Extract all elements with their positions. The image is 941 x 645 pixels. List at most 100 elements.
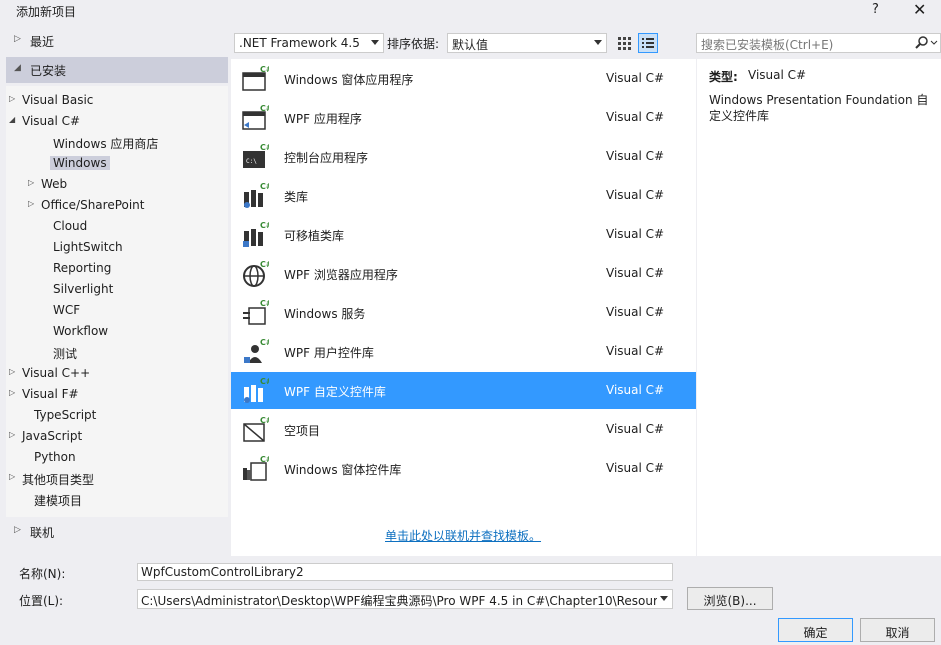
- name-value: WpfCustomControlLibrary2: [141, 565, 304, 579]
- template-name: 类库: [284, 190, 309, 204]
- list-view-icon[interactable]: [638, 33, 658, 53]
- svg-text:C#: C#: [260, 65, 269, 74]
- template-language: Visual C#: [606, 383, 665, 397]
- category-tree: ▷ Visual Basic ◢ Visual C# Windows 应用商店 Windo…: [6, 86, 228, 517]
- template-language: Visual C#: [606, 305, 665, 319]
- section-installed[interactable]: ◢ 已安装: [6, 57, 228, 83]
- template-language: Visual C#: [606, 149, 665, 163]
- template-name: Windows 服务: [284, 307, 366, 321]
- template-item[interactable]: C# WPF 浏览器应用程序 Visual C#: [231, 255, 696, 292]
- browse-button[interactable]: 浏览(B)...: [687, 587, 773, 610]
- template-item[interactable]: C# WPF 用户控件库 Visual C#: [231, 333, 696, 370]
- class-library-icon: C#: [241, 181, 273, 209]
- dropdown-arrow-icon: [660, 596, 668, 601]
- template-language: Visual C#: [606, 266, 665, 280]
- tree-item-label: Silverlight: [53, 282, 114, 296]
- template-item[interactable]: C# 空项目 Visual C#: [231, 411, 696, 448]
- name-field[interactable]: WpfCustomControlLibrary2: [137, 563, 673, 581]
- template-item[interactable]: C# WPF 自定义控件库 Visual C#: [231, 372, 696, 409]
- tree-item-label: Visual C++: [22, 366, 91, 380]
- expand-arrow-icon[interactable]: ▷: [9, 430, 15, 439]
- template-item[interactable]: C# WPF 应用程序 Visual C#: [231, 99, 696, 136]
- svg-text:C#: C#: [260, 299, 269, 308]
- template-name: Windows 窗体控件库: [284, 463, 402, 477]
- template-name: 可移植类库: [284, 229, 345, 243]
- tree-item-label: Visual F#: [22, 387, 79, 401]
- forms-control-icon: C#: [241, 454, 273, 482]
- template-name: Windows 窗体应用程序: [284, 73, 414, 87]
- framework-value: .NET Framework 4.5: [239, 36, 360, 50]
- template-item[interactable]: C# Windows 服务 Visual C#: [231, 294, 696, 331]
- ok-button[interactable]: 确定: [778, 618, 853, 642]
- template-item[interactable]: C:\C# 控制台应用程序 Visual C#: [231, 138, 696, 175]
- template-language: Visual C#: [606, 422, 665, 436]
- template-item[interactable]: C# 可移植类库 Visual C#: [231, 216, 696, 253]
- tree-item-label: TypeScript: [34, 408, 97, 422]
- cancel-button[interactable]: 取消: [860, 618, 935, 642]
- online-templates-link[interactable]: 单击此处以联机并查找模板。: [385, 527, 541, 544]
- template-name: 空项目: [284, 424, 321, 438]
- tree-item-label: Reporting: [53, 261, 112, 275]
- service-icon: C#: [241, 298, 273, 326]
- console-app-icon: C:\C#: [241, 142, 273, 170]
- sort-select[interactable]: 默认值: [447, 33, 607, 53]
- collapse-arrow-icon[interactable]: ◢: [9, 115, 15, 124]
- type-value: Visual C#: [748, 68, 807, 82]
- dropdown-arrow-icon: [594, 40, 602, 45]
- expand-arrow-icon[interactable]: ▷: [9, 94, 15, 103]
- portable-library-icon: C#: [241, 220, 273, 248]
- svg-text:C#: C#: [260, 455, 269, 464]
- template-name: WPF 浏览器应用程序: [284, 268, 398, 282]
- section-recent[interactable]: ▷ 最近: [6, 28, 228, 54]
- sort-value: 默认值: [452, 38, 489, 52]
- expand-arrow-icon[interactable]: ▷: [28, 199, 34, 208]
- template-item[interactable]: C# Windows 窗体控件库 Visual C#: [231, 450, 696, 487]
- expand-arrow-icon: ▷: [14, 525, 21, 535]
- globe-icon: C#: [241, 259, 273, 287]
- tree-item-label: WCF: [53, 303, 81, 317]
- grid-view-icon[interactable]: [614, 33, 634, 53]
- tree-item-label: 其他项目类型: [22, 473, 95, 487]
- tree-item-label: LightSwitch: [53, 240, 123, 254]
- help-button[interactable]: ?: [872, 2, 879, 17]
- tree-item-label: Office/SharePoint: [41, 198, 145, 212]
- wpf-app-icon: C#: [241, 103, 273, 131]
- tree-item-label: Cloud: [53, 219, 88, 233]
- svg-text:C:\: C:\: [246, 158, 257, 165]
- tree-item-label: Workflow: [53, 324, 109, 338]
- empty-project-icon: C#: [241, 415, 273, 443]
- expand-arrow-icon: ▷: [14, 34, 21, 44]
- expand-arrow-icon[interactable]: ▷: [9, 472, 15, 481]
- tree-item-label: Windows: [50, 156, 110, 170]
- template-item[interactable]: C# 类库 Visual C#: [231, 177, 696, 214]
- svg-text:C#: C#: [260, 416, 269, 425]
- expand-arrow-icon[interactable]: ▷: [9, 388, 15, 397]
- section-online-label: 联机: [30, 526, 55, 540]
- search-input[interactable]: 搜索已安装模板(Ctrl+E): [696, 33, 941, 53]
- name-label: 名称(N):: [19, 567, 66, 581]
- framework-select[interactable]: .NET Framework 4.5: [234, 33, 384, 53]
- search-placeholder: 搜索已安装模板(Ctrl+E): [701, 38, 834, 52]
- tree-item-label: Web: [41, 177, 68, 191]
- svg-text:C#: C#: [260, 104, 269, 113]
- template-item[interactable]: C# Windows 窗体应用程序 Visual C#: [231, 60, 696, 97]
- template-list: 单击此处以联机并查找模板。 C#Windows 窗体应用程序Visual C#C…: [231, 59, 696, 556]
- close-button[interactable]: ✕: [913, 0, 926, 19]
- tree-item-label: Visual C#: [22, 114, 81, 128]
- template-name: WPF 用户控件库: [284, 346, 374, 360]
- svg-text:C#: C#: [260, 377, 269, 386]
- dropdown-arrow-icon: [371, 40, 379, 45]
- dialog-title: 添加新项目: [16, 5, 77, 19]
- expand-arrow-icon[interactable]: ▷: [28, 178, 34, 187]
- location-label: 位置(L):: [19, 594, 64, 608]
- window-app-icon: C#: [241, 64, 273, 92]
- section-online[interactable]: ▷ 联机: [6, 519, 228, 545]
- search-icon[interactable]: [912, 33, 938, 53]
- tree-item-label: Windows 应用商店: [53, 137, 159, 151]
- detail-pane: 类型: Visual C# Windows Presentation Found…: [697, 59, 941, 556]
- svg-text:C#: C#: [260, 338, 269, 347]
- user-control-icon: C#: [241, 337, 273, 365]
- tree-item-label: Python: [34, 450, 76, 464]
- expand-arrow-icon[interactable]: ▷: [9, 367, 15, 376]
- location-field[interactable]: C:\Users\Administrator\Desktop\WPF编程宝典源码…: [137, 589, 673, 609]
